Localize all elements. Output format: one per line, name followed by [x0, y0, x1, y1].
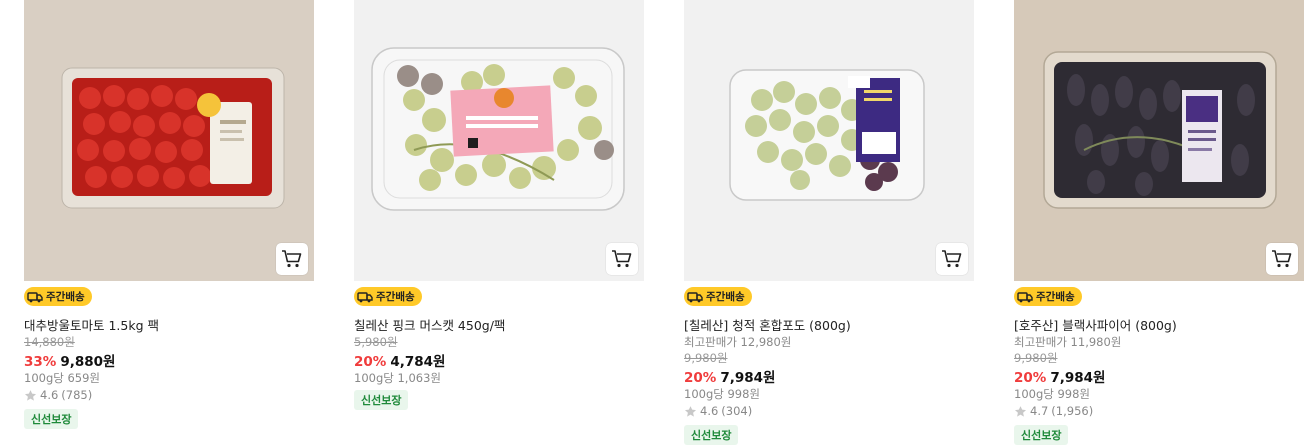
product-title[interactable]: 대추방울토마토 1.5kg 팩 [24, 315, 159, 334]
truck-icon [357, 291, 373, 302]
product-title[interactable]: [칠레산] 청적 혼합포도 (800g) [684, 315, 851, 334]
product-title[interactable]: 칠레산 핑크 머스캣 450g/팩 [354, 315, 505, 334]
rating: 4.7 (1,956) [1014, 404, 1093, 418]
fresh-guarantee-badge: 신선보장 [24, 409, 79, 429]
product-card[interactable]: 주간배송 [칠레산] 청적 혼합포도 (800g) 최고판매가 12,980원 … [684, 0, 974, 445]
product-card[interactable]: 주간배송 칠레산 핑크 머스캣 450g/팩 5,980원 20% 4,784원 … [354, 0, 644, 410]
original-price: 9,980원 [1014, 351, 1058, 365]
weekly-delivery-badge: 주간배송 [354, 287, 422, 306]
weekly-delivery-badge: 주간배송 [1014, 287, 1082, 306]
product-image[interactable] [684, 0, 974, 281]
fresh-guarantee-badge: 신선보장 [1014, 425, 1069, 445]
rating-score: 4.7 [1030, 404, 1049, 418]
review-count: (785) [61, 388, 93, 402]
product-card[interactable]: 주간배송 대추방울토마토 1.5kg 팩 14,880원 33% 9,880원 1… [24, 0, 314, 429]
cart-icon [612, 250, 632, 268]
add-to-cart-button[interactable] [1266, 243, 1298, 275]
discount-rate: 20% [1014, 370, 1047, 386]
unit-price: 100g당 998원 [684, 387, 761, 401]
unit-price: 100g당 659원 [24, 371, 101, 385]
original-price: 9,980원 [684, 351, 728, 365]
star-icon [1014, 405, 1027, 417]
product-image[interactable] [1014, 0, 1304, 281]
price-row: 33% 9,880원 [24, 350, 115, 370]
best-price: 최고판매가 11,980원 [1014, 335, 1122, 349]
tomato-pack-image [61, 67, 285, 209]
weekly-delivery-badge: 주간배송 [24, 287, 92, 306]
add-to-cart-button[interactable] [276, 243, 308, 275]
truck-icon [687, 291, 703, 302]
truck-icon [1017, 291, 1033, 302]
star-icon [684, 405, 697, 417]
rating: 4.6 (785) [24, 388, 92, 402]
price-row: 20% 4,784원 [354, 350, 445, 370]
add-to-cart-button[interactable] [936, 243, 968, 275]
original-price: 14,880원 [24, 335, 75, 349]
rating-score: 4.6 [40, 388, 59, 402]
sale-price: 4,784원 [390, 354, 446, 370]
unit-price: 100g당 998원 [1014, 387, 1091, 401]
mixed-grapes-image [729, 69, 925, 201]
muscat-grapes-image [371, 47, 625, 211]
add-to-cart-button[interactable] [606, 243, 638, 275]
truck-icon [27, 291, 43, 302]
price-row: 20% 7,984원 [1014, 366, 1105, 386]
sale-price: 9,880원 [60, 354, 116, 370]
cart-icon [942, 250, 962, 268]
cart-icon [1272, 250, 1292, 268]
product-card[interactable]: 주간배송 [호주산] 블랙사파이어 (800g) 최고판매가 11,980원 9… [1014, 0, 1304, 445]
delivery-badge-label: 주간배송 [706, 291, 745, 303]
discount-rate: 20% [684, 370, 717, 386]
rating-score: 4.6 [700, 404, 719, 418]
fresh-guarantee-badge: 신선보장 [354, 390, 409, 410]
sale-price: 7,984원 [1050, 370, 1106, 386]
weekly-delivery-badge: 주간배송 [684, 287, 752, 306]
cart-icon [282, 250, 302, 268]
review-count: (304) [721, 404, 753, 418]
delivery-badge-label: 주간배송 [1036, 291, 1075, 303]
sale-price: 7,984원 [720, 370, 776, 386]
price-row: 20% 7,984원 [684, 366, 775, 386]
discount-rate: 20% [354, 354, 387, 370]
best-price: 최고판매가 12,980원 [684, 335, 792, 349]
star-icon [24, 389, 37, 401]
original-price: 5,980원 [354, 335, 398, 349]
black-sapphire-grapes-image [1043, 51, 1277, 209]
unit-price: 100g당 1,063원 [354, 371, 441, 385]
delivery-badge-label: 주간배송 [46, 291, 85, 303]
product-image[interactable] [354, 0, 644, 281]
discount-rate: 33% [24, 354, 57, 370]
product-title[interactable]: [호주산] 블랙사파이어 (800g) [1014, 315, 1177, 334]
delivery-badge-label: 주간배송 [376, 291, 415, 303]
rating: 4.6 (304) [684, 404, 752, 418]
product-image[interactable] [24, 0, 314, 281]
fresh-guarantee-badge: 신선보장 [684, 425, 739, 445]
review-count: (1,956) [1051, 404, 1094, 418]
